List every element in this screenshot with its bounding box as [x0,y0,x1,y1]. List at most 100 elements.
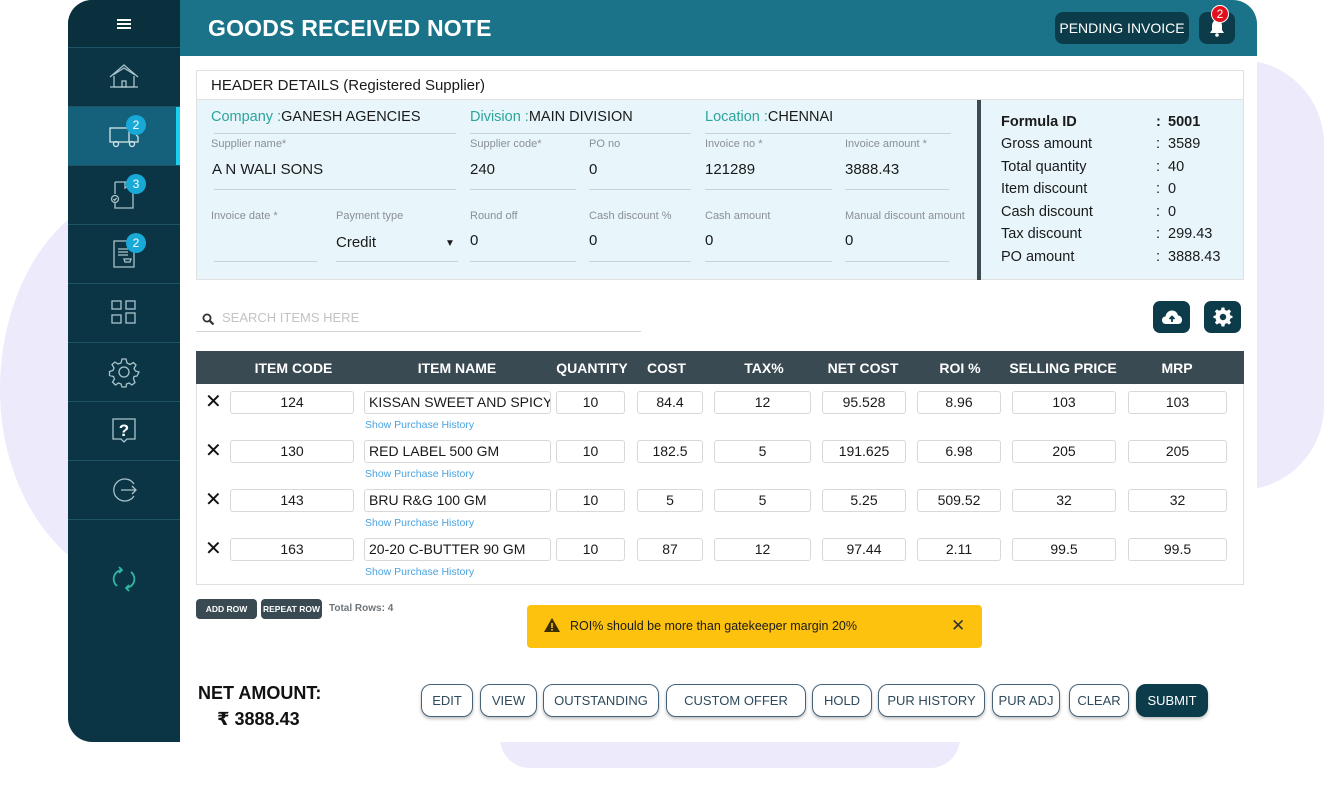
menu-toggle[interactable] [68,0,180,48]
cell-tax[interactable]: 5 [714,440,811,463]
upload-button[interactable] [1153,301,1190,333]
cash-discount-pct-value: 0 [589,232,598,249]
page-title: GOODS RECEIVED NOTE [208,15,492,41]
cell-selling[interactable]: 205 [1012,440,1116,463]
view-button[interactable]: VIEW [480,684,537,717]
gear-icon [1212,307,1232,327]
cloud-upload-icon [1161,310,1182,324]
cell-qty[interactable]: 10 [556,489,625,512]
cell-tax[interactable]: 5 [714,489,811,512]
cell-mrp[interactable]: 205 [1128,440,1227,463]
cell-mrp[interactable]: 103 [1128,391,1227,414]
column-header: SELLING PRICE [1009,360,1117,376]
cell-net-cost[interactable]: 191.625 [822,440,906,463]
remove-row-icon[interactable]: ✕ [205,539,222,559]
top-bar: GOODS RECEIVED NOTE PENDING INVOICE 2 [180,0,1257,56]
cell-code[interactable]: 143 [230,489,354,512]
cell-roi[interactable]: 509.52 [917,489,1001,512]
add-row-button[interactable]: ADD ROW [196,599,257,619]
chevron-down-icon: ▼ [445,238,455,249]
cell-code[interactable]: 163 [230,538,354,561]
sidebar-item-settings[interactable] [68,343,180,402]
outstanding-button[interactable]: OUTSTANDING [543,684,659,717]
column-header: ITEM NAME [417,360,497,376]
repeat-row-button[interactable]: REPEAT ROW [261,599,322,619]
sidebar-item-invoices[interactable]: 2 [68,225,180,284]
location-label: Location : [705,109,768,125]
show-purchase-history-link[interactable]: Show Purchase History [365,517,474,529]
column-header: ROI % [939,360,981,376]
cell-qty[interactable]: 10 [556,440,625,463]
close-icon[interactable]: ✕ [951,616,965,636]
show-purchase-history-link[interactable]: Show Purchase History [365,419,474,431]
column-header: TAX% [744,360,784,376]
submit-button[interactable]: SUBMIT [1136,684,1208,717]
cell-name[interactable]: 20-20 C-BUTTER 90 GM [364,538,551,561]
remove-row-icon[interactable]: ✕ [205,441,222,461]
sidebar-item-goods-received[interactable]: 2 [68,107,180,166]
sidebar-item-dashboard[interactable] [68,284,180,343]
search-icon [202,313,215,326]
sidebar-item-sync[interactable] [68,520,180,638]
cell-name[interactable]: KISSAN SWEET AND SPICY S [364,391,551,414]
cell-mrp[interactable]: 32 [1128,489,1227,512]
cell-mrp[interactable]: 99.5 [1128,538,1227,561]
badge: 3 [126,174,146,194]
cell-selling[interactable]: 99.5 [1012,538,1116,561]
column-header: NET COST [827,360,899,376]
sidebar-item-logout[interactable] [68,461,180,520]
sidebar-item-home[interactable] [68,48,180,107]
cell-net-cost[interactable]: 5.25 [822,489,906,512]
show-purchase-history-link[interactable]: Show Purchase History [365,468,474,480]
cell-net-cost[interactable]: 97.44 [822,538,906,561]
cell-cost[interactable]: 84.4 [637,391,703,414]
cell-roi[interactable]: 2.11 [917,538,1001,561]
show-purchase-history-link[interactable]: Show Purchase History [365,566,474,578]
company-label: Company : [211,109,282,125]
net-amount-label: NET AMOUNT: [198,683,322,703]
company-value: GANESH AGENCIES [281,109,421,125]
remove-row-icon[interactable]: ✕ [205,490,222,510]
supplier-code-value: 240 [470,161,496,178]
custom-offer-button[interactable]: CUSTOM OFFER [666,684,806,717]
items-table: ITEM CODE ITEM NAME QUANTITY COST TAX% N… [196,351,1244,585]
home-icon [109,64,139,88]
division-field: Division :MAIN DIVISION [470,109,633,125]
total-rows-count: Total Rows: 4 [329,603,394,614]
remove-row-icon[interactable]: ✕ [205,392,222,412]
pur-history-button[interactable]: PUR HISTORY [878,684,985,717]
pending-invoice-button[interactable]: PENDING INVOICE [1055,12,1189,44]
cell-cost[interactable]: 87 [637,538,703,561]
sidebar-item-purchase-orders[interactable]: 3 [68,166,180,225]
cell-code[interactable]: 124 [230,391,354,414]
division-label: Division : [470,109,529,125]
invoice-amount-value: 3888.43 [845,161,900,178]
badge: 2 [126,115,146,135]
search-input[interactable] [222,310,632,325]
pur-adj-button[interactable]: PUR ADJ [992,684,1060,717]
cell-tax[interactable]: 12 [714,391,811,414]
cell-code[interactable]: 130 [230,440,354,463]
sidebar-item-help[interactable]: ? [68,402,180,461]
cell-selling[interactable]: 103 [1012,391,1116,414]
cell-name[interactable]: BRU R&G 100 GM [364,489,551,512]
app-window: 2 3 2 ? GOODS RECEIVED NOTE PENDING INVO… [68,0,1257,742]
clear-button[interactable]: CLEAR [1069,684,1129,717]
help-icon: ? [112,418,136,443]
cell-net-cost[interactable]: 95.528 [822,391,906,414]
company-field: Company :GANESH AGENCIES [211,109,421,125]
cell-tax[interactable]: 12 [714,538,811,561]
cell-selling[interactable]: 32 [1012,489,1116,512]
cell-roi[interactable]: 6.98 [917,440,1001,463]
cell-name[interactable]: RED LABEL 500 GM [364,440,551,463]
cell-cost[interactable]: 5 [637,489,703,512]
edit-button[interactable]: EDIT [421,684,473,717]
cell-roi[interactable]: 8.96 [917,391,1001,414]
header-details-title: HEADER DETAILS (Registered Supplier) [197,71,1243,100]
table-settings-button[interactable] [1204,301,1241,333]
cell-qty[interactable]: 10 [556,391,625,414]
hold-button[interactable]: HOLD [812,684,872,717]
cell-cost[interactable]: 182.5 [637,440,703,463]
sidebar: 2 3 2 ? [68,0,180,742]
cell-qty[interactable]: 10 [556,538,625,561]
